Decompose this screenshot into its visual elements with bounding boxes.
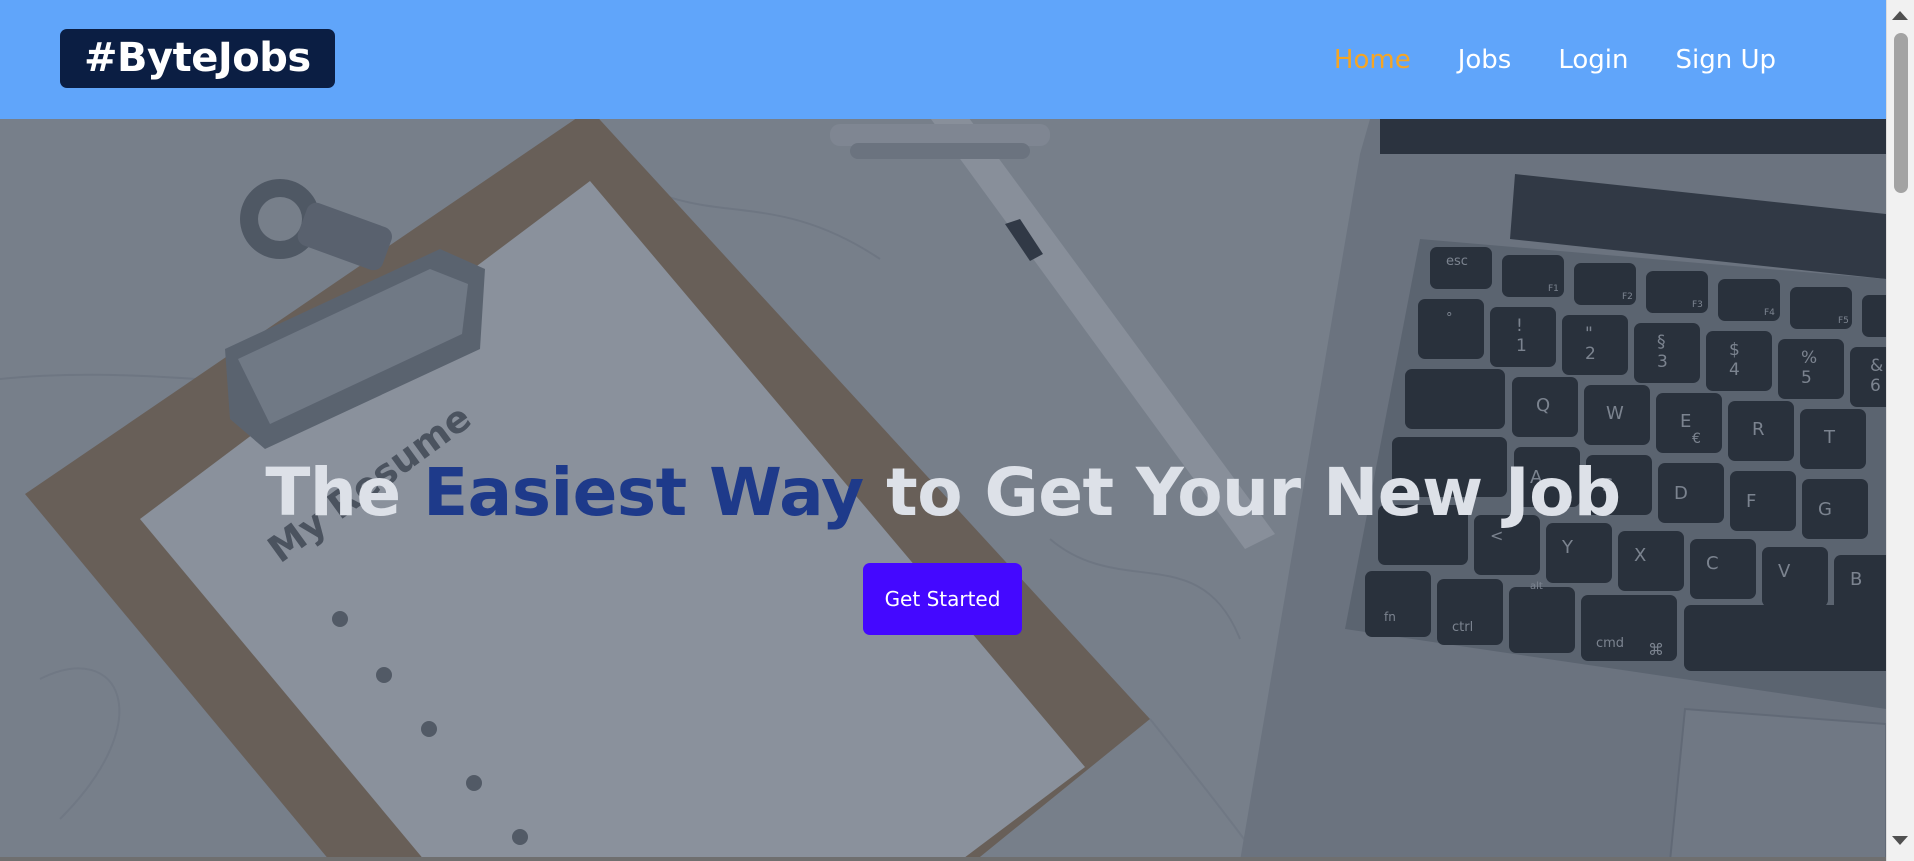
nav-link-home[interactable]: Home (1334, 40, 1411, 80)
hero-title-part1: The (265, 454, 424, 531)
nav-link-sign-up[interactable]: Sign Up (1675, 40, 1776, 80)
scroll-down-arrow-icon[interactable] (1892, 836, 1908, 845)
hero-section: My Resume (0, 119, 1886, 861)
top-navbar: #ByteJobs Home Jobs Login Sign Up (0, 0, 1886, 119)
main-nav: Home Jobs Login Sign Up (1334, 40, 1776, 80)
brand-logo[interactable]: #ByteJobs (60, 29, 335, 88)
hero-title: The Easiest Way to Get Your New Job (0, 453, 1886, 533)
nav-link-login[interactable]: Login (1558, 40, 1628, 80)
window-bottom-edge (0, 857, 1886, 861)
get-started-button[interactable]: Get Started (863, 563, 1022, 635)
vertical-scrollbar[interactable] (1886, 0, 1914, 861)
scroll-up-arrow-icon[interactable] (1892, 11, 1908, 20)
page-viewport: #ByteJobs Home Jobs Login Sign Up My Res… (0, 0, 1886, 861)
hero-title-accent: Easiest Way (423, 454, 864, 531)
hero-title-part2: to Get Your New Job (863, 454, 1621, 531)
nav-link-jobs[interactable]: Jobs (1458, 40, 1512, 80)
scrollbar-thumb[interactable] (1894, 33, 1908, 193)
